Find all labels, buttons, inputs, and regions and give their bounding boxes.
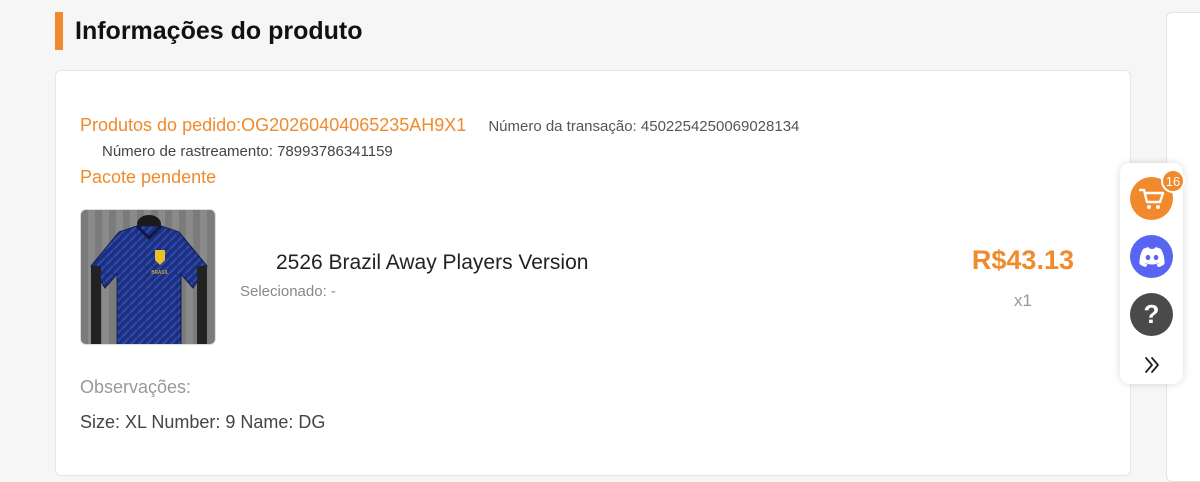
svg-text:BRASIL: BRASIL bbox=[151, 270, 169, 276]
notes-label: Observações: bbox=[80, 377, 192, 397]
transaction-number: Número da transação: 4502254250069028134 bbox=[488, 118, 800, 135]
collapse-toolbar-button[interactable] bbox=[1140, 353, 1164, 377]
order-products-label: Produtos do pedido:OG20260404065235AH9X1 bbox=[80, 115, 467, 135]
accent-bar bbox=[55, 12, 63, 50]
discord-icon bbox=[1138, 246, 1165, 267]
jersey-image: BRASIL bbox=[81, 210, 215, 344]
discord-button[interactable] bbox=[1130, 235, 1173, 278]
notes-value: Size: XL Number: 9 Name: DG bbox=[80, 412, 326, 432]
section-title: Informações do produto bbox=[75, 16, 363, 45]
product-quantity: x1 bbox=[1014, 291, 1032, 310]
product-image[interactable]: BRASIL bbox=[80, 209, 216, 345]
product-name[interactable]: 2526 Brazil Away Players Version bbox=[276, 251, 588, 275]
package-status: Pacote pendente bbox=[80, 167, 217, 187]
floating-toolbar: 16 ? bbox=[1120, 163, 1185, 384]
tracking-number: Número de rastreamento: 78993786341159 bbox=[102, 143, 393, 160]
product-price: R$43.13 bbox=[971, 245, 1074, 275]
product-selected-option: Selecionado: - bbox=[240, 283, 336, 300]
product-info-card: Produtos do pedido:OG20260404065235AH9X1… bbox=[55, 70, 1131, 476]
cart-icon bbox=[1138, 188, 1164, 209]
help-icon: ? bbox=[1143, 299, 1160, 329]
double-chevron-right-icon bbox=[1145, 357, 1159, 373]
help-button[interactable]: ? bbox=[1130, 293, 1173, 336]
cart-count-badge: 16 bbox=[1161, 169, 1185, 193]
cart-button[interactable]: 16 bbox=[1130, 169, 1185, 220]
section-header: Informações do produto bbox=[55, 12, 363, 50]
order-line: Produtos do pedido:OG20260404065235AH9X1… bbox=[80, 115, 799, 136]
